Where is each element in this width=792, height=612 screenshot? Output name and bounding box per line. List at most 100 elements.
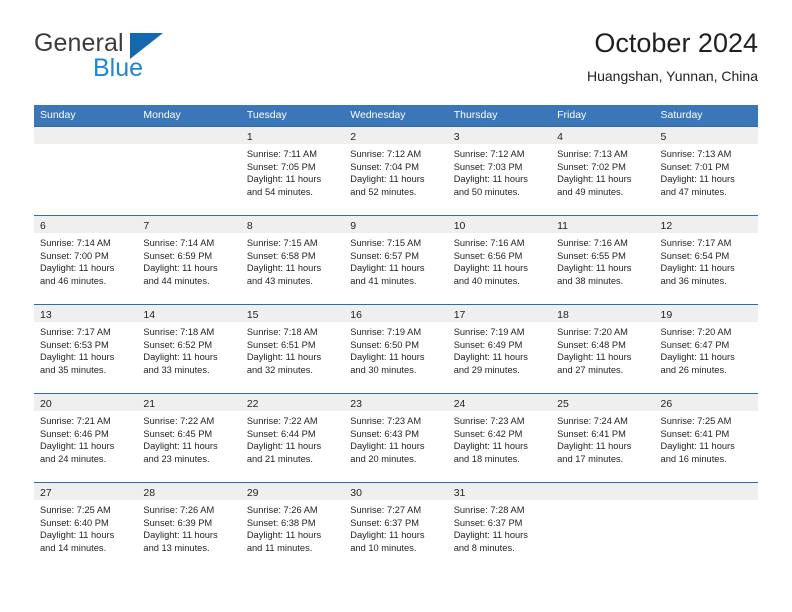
sunrise-text: Sunrise: 7:27 AM [350, 505, 422, 515]
sunset-text: Sunset: 6:57 PM [350, 250, 419, 261]
day-details: Sunrise: 7:26 AM Sunset: 6:38 PM Dayligh… [241, 500, 344, 554]
day-cell[interactable]: 13 Sunrise: 7:17 AM Sunset: 6:53 PM Dayl… [34, 305, 138, 393]
sunrise-text: Sunrise: 7:15 AM [350, 238, 422, 248]
daylight-text-line1: Daylight: 11 hours [453, 263, 528, 274]
day-details: Sunrise: 7:21 AM Sunset: 6:46 PM Dayligh… [34, 411, 137, 465]
sunrise-text: Sunrise: 7:16 AM [557, 238, 628, 248]
day-cell[interactable]: 22 Sunrise: 7:22 AM Sunset: 6:44 PM Dayl… [240, 394, 345, 482]
sunrise-text: Sunrise: 7:17 AM [40, 327, 111, 337]
sunset-text: Sunset: 6:53 PM [40, 339, 109, 350]
daylight-text-line1: Daylight: 11 hours [143, 263, 218, 274]
sunset-text: Sunset: 6:38 PM [246, 517, 316, 528]
day-cell[interactable]: 23 Sunrise: 7:23 AM Sunset: 6:43 PM Dayl… [344, 394, 448, 482]
day-cell[interactable]: 1 Sunrise: 7:11 AM Sunset: 7:05 PM Dayli… [240, 127, 345, 215]
day-cell[interactable]: 9 Sunrise: 7:15 AM Sunset: 6:57 PM Dayli… [344, 216, 448, 304]
page-header: General Blue October 2024 Huangshan, Yun… [34, 26, 758, 100]
day-cell[interactable]: 21 Sunrise: 7:22 AM Sunset: 6:45 PM Dayl… [137, 394, 241, 482]
daylight-text-line1: Daylight: 11 hours [143, 530, 218, 541]
sunrise-text: Sunrise: 7:26 AM [143, 505, 215, 515]
day-number: 7 [143, 220, 150, 232]
day-details: Sunrise: 7:18 AM Sunset: 6:51 PM Dayligh… [241, 322, 344, 376]
day-number: 3 [453, 131, 460, 143]
daylight-text-line2: and 21 minutes. [246, 453, 313, 464]
sunrise-text: Sunrise: 7:18 AM [143, 327, 215, 337]
day-details: Sunrise: 7:17 AM Sunset: 6:54 PM Dayligh… [655, 233, 758, 287]
day-cell[interactable] [654, 483, 758, 571]
weekday-header-friday: Friday [557, 109, 587, 121]
day-cell[interactable]: 3 Sunrise: 7:12 AM Sunset: 7:03 PM Dayli… [447, 127, 552, 215]
day-number: 19 [660, 309, 673, 321]
day-cell[interactable]: 19 Sunrise: 7:20 AM Sunset: 6:47 PM Dayl… [654, 305, 758, 393]
sunrise-text: Sunrise: 7:12 AM [350, 149, 422, 159]
sunrise-text: Sunrise: 7:22 AM [143, 416, 215, 426]
day-number: 14 [143, 309, 156, 321]
sunrise-text: Sunrise: 7:22 AM [246, 416, 318, 426]
daylight-text-line2: and 35 minutes. [40, 364, 107, 375]
day-cell[interactable]: 18 Sunrise: 7:20 AM Sunset: 6:48 PM Dayl… [551, 305, 655, 393]
day-cell[interactable] [551, 483, 655, 571]
day-cell[interactable]: 6 Sunrise: 7:14 AM Sunset: 7:00 PM Dayli… [34, 216, 138, 304]
daylight-text-line1: Daylight: 11 hours [660, 352, 735, 363]
day-cell[interactable] [34, 127, 138, 215]
week-row: 20 Sunrise: 7:21 AM Sunset: 6:46 PM Dayl… [34, 393, 758, 482]
day-number: 5 [660, 131, 667, 143]
day-cell[interactable]: 24 Sunrise: 7:23 AM Sunset: 6:42 PM Dayl… [447, 394, 552, 482]
weekday-header-thursday: Thursday [453, 109, 498, 121]
sunset-text: Sunset: 7:02 PM [557, 161, 626, 172]
day-details: Sunrise: 7:16 AM Sunset: 6:55 PM Dayligh… [551, 233, 654, 287]
day-details: Sunrise: 7:12 AM Sunset: 7:04 PM Dayligh… [344, 144, 447, 198]
day-cell[interactable]: 28 Sunrise: 7:26 AM Sunset: 6:39 PM Dayl… [137, 483, 241, 571]
sunset-text: Sunset: 6:40 PM [40, 517, 109, 528]
sunrise-text: Sunrise: 7:28 AM [453, 505, 525, 515]
day-details: Sunrise: 7:13 AM Sunset: 7:01 PM Dayligh… [655, 144, 758, 198]
daylight-text-line1: Daylight: 11 hours [246, 174, 322, 185]
day-cell[interactable]: 14 Sunrise: 7:18 AM Sunset: 6:52 PM Dayl… [137, 305, 241, 393]
day-cell[interactable]: 7 Sunrise: 7:14 AM Sunset: 6:59 PM Dayli… [137, 216, 241, 304]
day-cell[interactable]: 31 Sunrise: 7:28 AM Sunset: 6:37 PM Dayl… [447, 483, 552, 571]
sunset-text: Sunset: 6:48 PM [557, 339, 626, 350]
title-block: October 2024 Huangshan, Yunnan, China [587, 26, 758, 86]
daylight-text-line1: Daylight: 11 hours [40, 263, 115, 274]
day-number: 22 [246, 398, 259, 410]
page-subtitle-location: Huangshan, Yunnan, China [587, 68, 758, 84]
sunrise-text: Sunrise: 7:14 AM [143, 238, 215, 248]
sunset-text: Sunset: 6:54 PM [660, 250, 730, 261]
day-details: Sunrise: 7:24 AM Sunset: 6:41 PM Dayligh… [551, 411, 654, 465]
sunrise-text: Sunrise: 7:13 AM [660, 149, 732, 159]
daylight-text-line2: and 17 minutes. [557, 453, 624, 464]
day-cell[interactable]: 25 Sunrise: 7:24 AM Sunset: 6:41 PM Dayl… [551, 394, 655, 482]
day-details: Sunrise: 7:12 AM Sunset: 7:03 PM Dayligh… [448, 144, 551, 198]
day-cell[interactable]: 17 Sunrise: 7:19 AM Sunset: 6:49 PM Dayl… [447, 305, 552, 393]
day-details: Sunrise: 7:14 AM Sunset: 7:00 PM Dayligh… [34, 233, 137, 287]
sunset-text: Sunset: 6:58 PM [246, 250, 316, 261]
day-cell[interactable]: 27 Sunrise: 7:25 AM Sunset: 6:40 PM Dayl… [34, 483, 138, 571]
day-cell[interactable] [137, 127, 241, 215]
day-cell[interactable]: 15 Sunrise: 7:18 AM Sunset: 6:51 PM Dayl… [240, 305, 345, 393]
day-cell[interactable]: 12 Sunrise: 7:17 AM Sunset: 6:54 PM Dayl… [654, 216, 758, 304]
day-cell[interactable]: 30 Sunrise: 7:27 AM Sunset: 6:37 PM Dayl… [344, 483, 448, 571]
day-cell[interactable]: 4 Sunrise: 7:13 AM Sunset: 7:02 PM Dayli… [551, 127, 655, 215]
day-cell[interactable]: 11 Sunrise: 7:16 AM Sunset: 6:55 PM Dayl… [551, 216, 655, 304]
day-cell[interactable]: 10 Sunrise: 7:16 AM Sunset: 6:56 PM Dayl… [447, 216, 552, 304]
daylight-text-line2: and 14 minutes. [40, 542, 107, 553]
day-number: 21 [143, 398, 156, 410]
day-details [137, 144, 240, 148]
day-cell[interactable]: 20 Sunrise: 7:21 AM Sunset: 6:46 PM Dayl… [34, 394, 138, 482]
general-blue-logo: General Blue [34, 30, 264, 90]
day-cell[interactable]: 8 Sunrise: 7:15 AM Sunset: 6:58 PM Dayli… [240, 216, 345, 304]
day-cell[interactable]: 5 Sunrise: 7:13 AM Sunset: 7:01 PM Dayli… [654, 127, 758, 215]
sunrise-text: Sunrise: 7:18 AM [246, 327, 318, 337]
daylight-text-line1: Daylight: 11 hours [660, 441, 735, 452]
day-details: Sunrise: 7:22 AM Sunset: 6:44 PM Dayligh… [241, 411, 344, 465]
week-row: 1 Sunrise: 7:11 AM Sunset: 7:05 PM Dayli… [34, 126, 758, 215]
day-cell[interactable]: 26 Sunrise: 7:25 AM Sunset: 6:41 PM Dayl… [654, 394, 758, 482]
daylight-text-line1: Daylight: 11 hours [453, 441, 528, 452]
day-cell[interactable]: 16 Sunrise: 7:19 AM Sunset: 6:50 PM Dayl… [344, 305, 448, 393]
day-cell[interactable]: 29 Sunrise: 7:26 AM Sunset: 6:38 PM Dayl… [240, 483, 345, 571]
sunset-text: Sunset: 6:49 PM [453, 339, 523, 350]
daylight-text-line1: Daylight: 11 hours [40, 352, 115, 363]
daylight-text-line1: Daylight: 11 hours [557, 174, 632, 185]
sunset-text: Sunset: 7:00 PM [40, 250, 109, 261]
day-cell[interactable]: 2 Sunrise: 7:12 AM Sunset: 7:04 PM Dayli… [344, 127, 448, 215]
logo-text-blue: Blue [93, 54, 144, 82]
